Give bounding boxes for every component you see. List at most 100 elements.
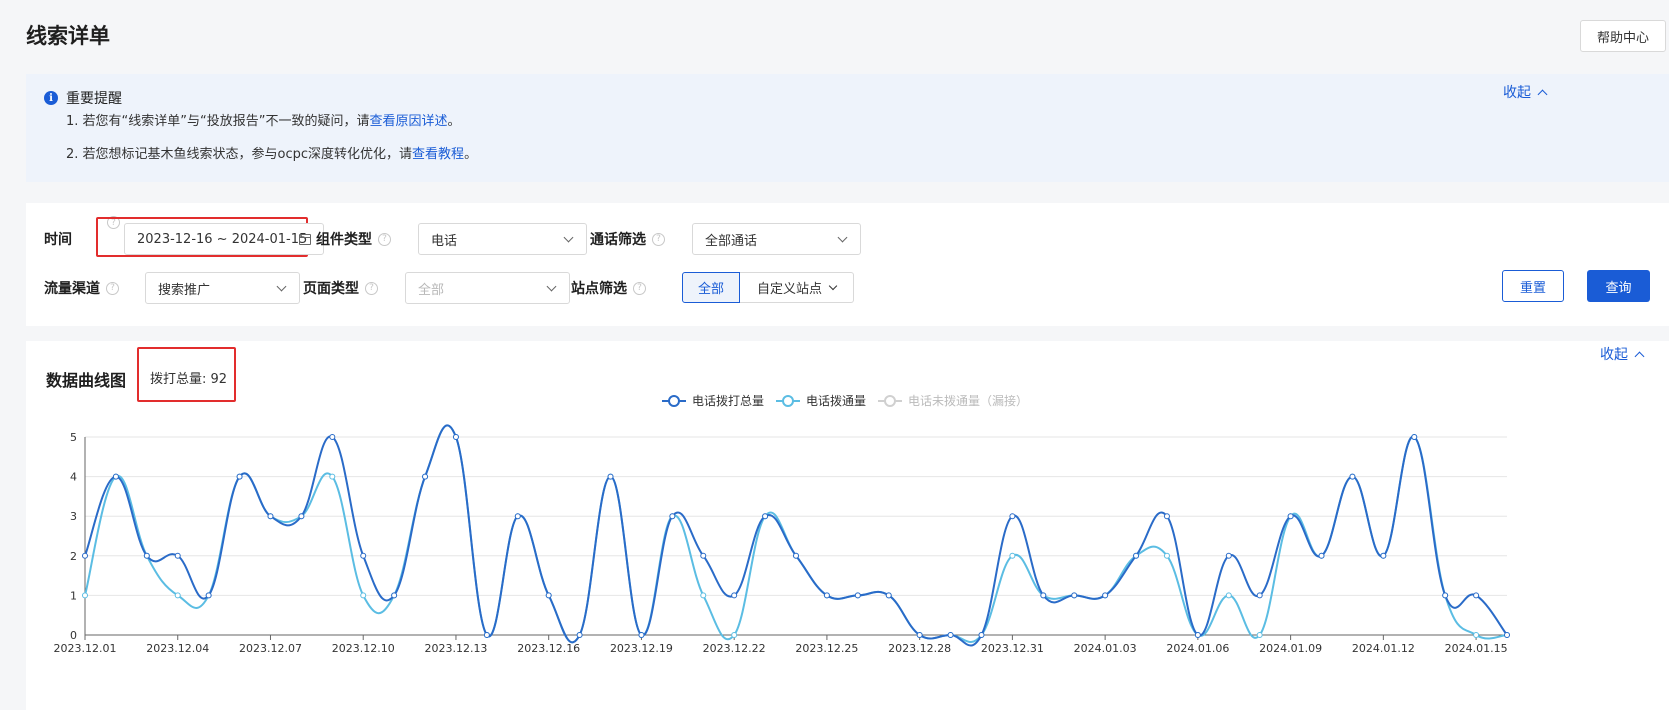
data-point (1349, 473, 1356, 480)
chevron-down-icon (837, 232, 848, 243)
data-point (483, 632, 490, 638)
site-filter-label: 站点筛选 ? (571, 278, 646, 298)
question-icon[interactable]: ? (633, 281, 646, 295)
question-icon[interactable]: ? (378, 232, 391, 246)
data-point (143, 552, 150, 559)
date-range-value: 2023-12-16 ~ 2024-01-15 (137, 231, 308, 247)
series-line-0 (84, 424, 1508, 647)
site-all-option[interactable]: 全部 (682, 272, 740, 303)
query-button[interactable]: 查询 (1587, 270, 1650, 302)
reset-button[interactable]: 重置 (1502, 270, 1564, 302)
data-point (82, 552, 88, 559)
component-type-select[interactable]: 电话 (418, 223, 587, 255)
data-point (1194, 632, 1201, 638)
data-point (700, 552, 707, 559)
notice-header: i 重要提醒 (44, 88, 122, 108)
data-point (452, 434, 459, 440)
component-type-label: 组件类型 ? (316, 229, 391, 249)
data-point (1256, 592, 1263, 599)
data-point (1102, 592, 1109, 599)
data-point (1163, 552, 1170, 559)
data-point (1071, 592, 1078, 599)
data-point (1287, 513, 1294, 520)
call-filter-label: 通话筛选 ? (590, 229, 665, 249)
x-tick-label: 2024.01.06 (1166, 642, 1229, 655)
y-tick-label: 4 (70, 471, 77, 484)
component-type-value: 电话 (431, 233, 458, 249)
data-point (1380, 552, 1387, 559)
data-point (1504, 632, 1510, 638)
chevron-up-icon (1537, 89, 1548, 99)
data-point (298, 513, 305, 520)
question-icon[interactable]: ? (106, 281, 119, 295)
data-point (1256, 632, 1263, 638)
data-point (1318, 552, 1325, 559)
data-point (576, 632, 583, 638)
data-point (1473, 592, 1480, 599)
data-point (329, 434, 336, 440)
help-center-button[interactable]: 帮助中心 (1580, 20, 1666, 52)
data-point (205, 592, 212, 599)
data-point (112, 473, 119, 480)
x-tick-label: 2024.01.15 (1445, 642, 1508, 655)
x-tick-label: 2023.12.16 (517, 642, 580, 655)
data-point (267, 513, 274, 520)
data-point (885, 592, 892, 599)
data-point (916, 632, 923, 638)
notice-line-2-suffix: 。 (464, 147, 478, 162)
data-point (360, 592, 367, 599)
x-tick-label: 2023.12.13 (424, 642, 487, 655)
data-point (545, 592, 552, 599)
view-reason-link[interactable]: 查看原因详述 (369, 114, 447, 129)
date-range-picker[interactable]: 2023-12-16 ~ 2024-01-15 (124, 223, 324, 255)
data-point (1040, 592, 1047, 599)
data-point (1442, 592, 1449, 599)
data-point (329, 473, 336, 480)
chart-panel: 数据曲线图 拨打总量: 92 收起 电话拨打总量 电话拨通量 电话未拨通量（漏接… (26, 341, 1669, 710)
notice-line-2: 2. 若您想标记基木鱼线索状态，参与ocpc深度转化优化，请查看教程。 (66, 143, 477, 162)
data-point (1473, 632, 1480, 638)
call-filter-value: 全部通话 (705, 233, 758, 249)
data-point (1009, 552, 1016, 559)
data-point (793, 552, 799, 559)
data-point (607, 473, 614, 480)
question-icon[interactable]: ? (652, 232, 665, 246)
data-point (700, 592, 707, 599)
notice-line-1-text: 1. 若您有“线索详单”与“投放报告”不一致的疑问，请 (66, 114, 370, 129)
site-custom-option[interactable]: 自定义站点 (740, 272, 854, 303)
call-filter-label-text: 通话筛选 (590, 232, 646, 248)
notice-collapse-button[interactable]: 收起 (1503, 82, 1548, 102)
view-tutorial-link[interactable]: 查看教程 (412, 147, 464, 162)
data-point (823, 592, 830, 599)
channel-label-text: 流量渠道 (44, 281, 100, 297)
y-tick-label: 1 (70, 589, 77, 602)
y-tick-label: 0 (70, 629, 77, 642)
chevron-down-icon (276, 281, 287, 292)
page-title: 线索详单 (26, 24, 110, 48)
x-tick-label: 2023.12.07 (239, 642, 302, 655)
data-point (391, 592, 398, 599)
call-filter-select[interactable]: 全部通话 (692, 223, 861, 255)
page-type-placeholder: 全部 (418, 282, 445, 298)
x-tick-label: 2023.12.31 (981, 642, 1044, 655)
chevron-down-icon (563, 232, 574, 243)
data-point (1225, 552, 1232, 559)
data-point (1009, 513, 1016, 520)
notice-panel: i 重要提醒 1. 若您有“线索详单”与“投放报告”不一致的疑问，请查看原因详述… (26, 74, 1669, 182)
time-label: 时间 (44, 229, 72, 249)
page-type-select[interactable]: 全部 (405, 272, 570, 304)
question-icon[interactable]: ? (365, 281, 378, 295)
x-tick-label: 2023.12.01 (54, 642, 117, 655)
channel-select[interactable]: 搜索推广 (145, 272, 300, 304)
data-point (1133, 552, 1140, 559)
x-tick-label: 2024.01.09 (1259, 642, 1322, 655)
data-point (174, 592, 181, 599)
page-type-label: 页面类型 ? (303, 278, 378, 298)
data-point (82, 592, 88, 599)
series-line-1 (84, 424, 1508, 644)
x-tick-label: 2023.12.10 (332, 642, 395, 655)
calendar-icon (299, 234, 311, 245)
data-point (947, 632, 954, 638)
data-point (1163, 513, 1170, 520)
x-tick-label: 2023.12.25 (795, 642, 858, 655)
